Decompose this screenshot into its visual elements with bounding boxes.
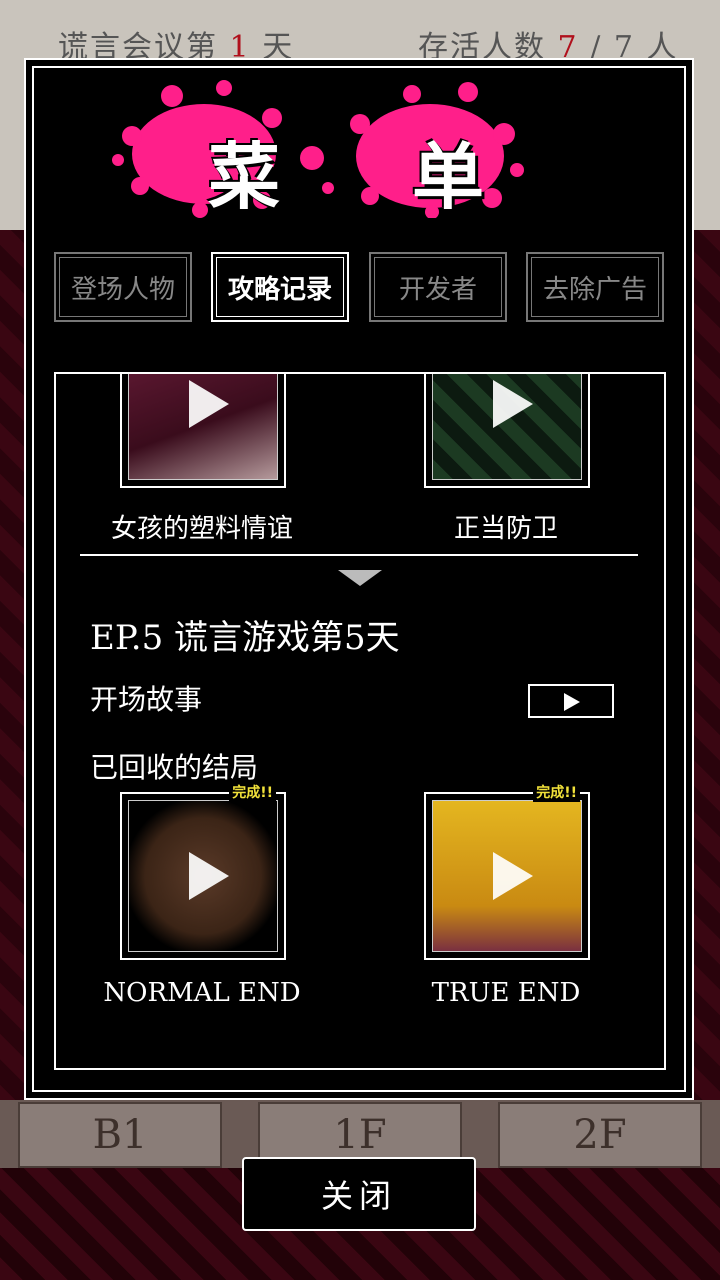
play-icon (493, 852, 533, 900)
completed-badge: 完成!! (533, 782, 580, 802)
ending-label: 正当防卫 (453, 514, 558, 544)
menu-tabs: 登场人物 攻略记录 开发者 去除广告 (54, 252, 666, 324)
episode-title: EP.5 谎言游戏第5天 (90, 618, 400, 658)
tab-developer[interactable]: 开发者 (369, 252, 507, 322)
chevron-down-icon[interactable] (338, 570, 382, 586)
opening-story-label: 开场故事 (90, 683, 203, 716)
collected-endings-label: 已回收的结局 (90, 751, 259, 784)
true-end-label: TRUE END (431, 978, 581, 1008)
ending-label: 女孩的塑料情谊 (110, 514, 293, 544)
floor-b1: B1 (18, 1102, 222, 1168)
close-button[interactable]: 关闭 (242, 1157, 476, 1231)
tab-walkthrough[interactable]: 攻略记录 (211, 252, 349, 322)
floor-2f: 2F (498, 1102, 702, 1168)
menu-title-char-2: 单 (412, 135, 485, 219)
true-end-thumbnail[interactable]: 完成!! (424, 782, 590, 960)
paint-splat-icon (112, 80, 524, 219)
normal-end-label: NORMAL END (103, 978, 301, 1008)
ending-thumbnail[interactable] (120, 374, 286, 488)
ending-thumbnail[interactable] (424, 374, 590, 488)
tab-characters[interactable]: 登场人物 (54, 252, 192, 322)
play-icon (564, 693, 580, 711)
menu-title-char-1: 菜 (208, 135, 281, 219)
episode-divider (80, 554, 638, 556)
walkthrough-panel[interactable]: 女孩的塑料情谊 正当防卫 EP.5 谎言游戏第5天 开场故事 已回收的结局 完成… (54, 372, 666, 1070)
menu-modal: 菜 单 登场人物 攻略记录 开发者 去除广告 女孩的塑料情谊 正当防卫 EP.5… (24, 58, 694, 1100)
normal-end-thumbnail[interactable]: 完成!! (120, 782, 286, 960)
tab-remove-ads[interactable]: 去除广告 (526, 252, 664, 322)
menu-title: 菜 单 (112, 78, 592, 219)
play-icon (493, 380, 533, 428)
completed-badge: 完成!! (229, 782, 276, 802)
play-icon (189, 380, 229, 428)
play-icon (189, 852, 229, 900)
opening-story-play-button[interactable] (528, 684, 614, 718)
